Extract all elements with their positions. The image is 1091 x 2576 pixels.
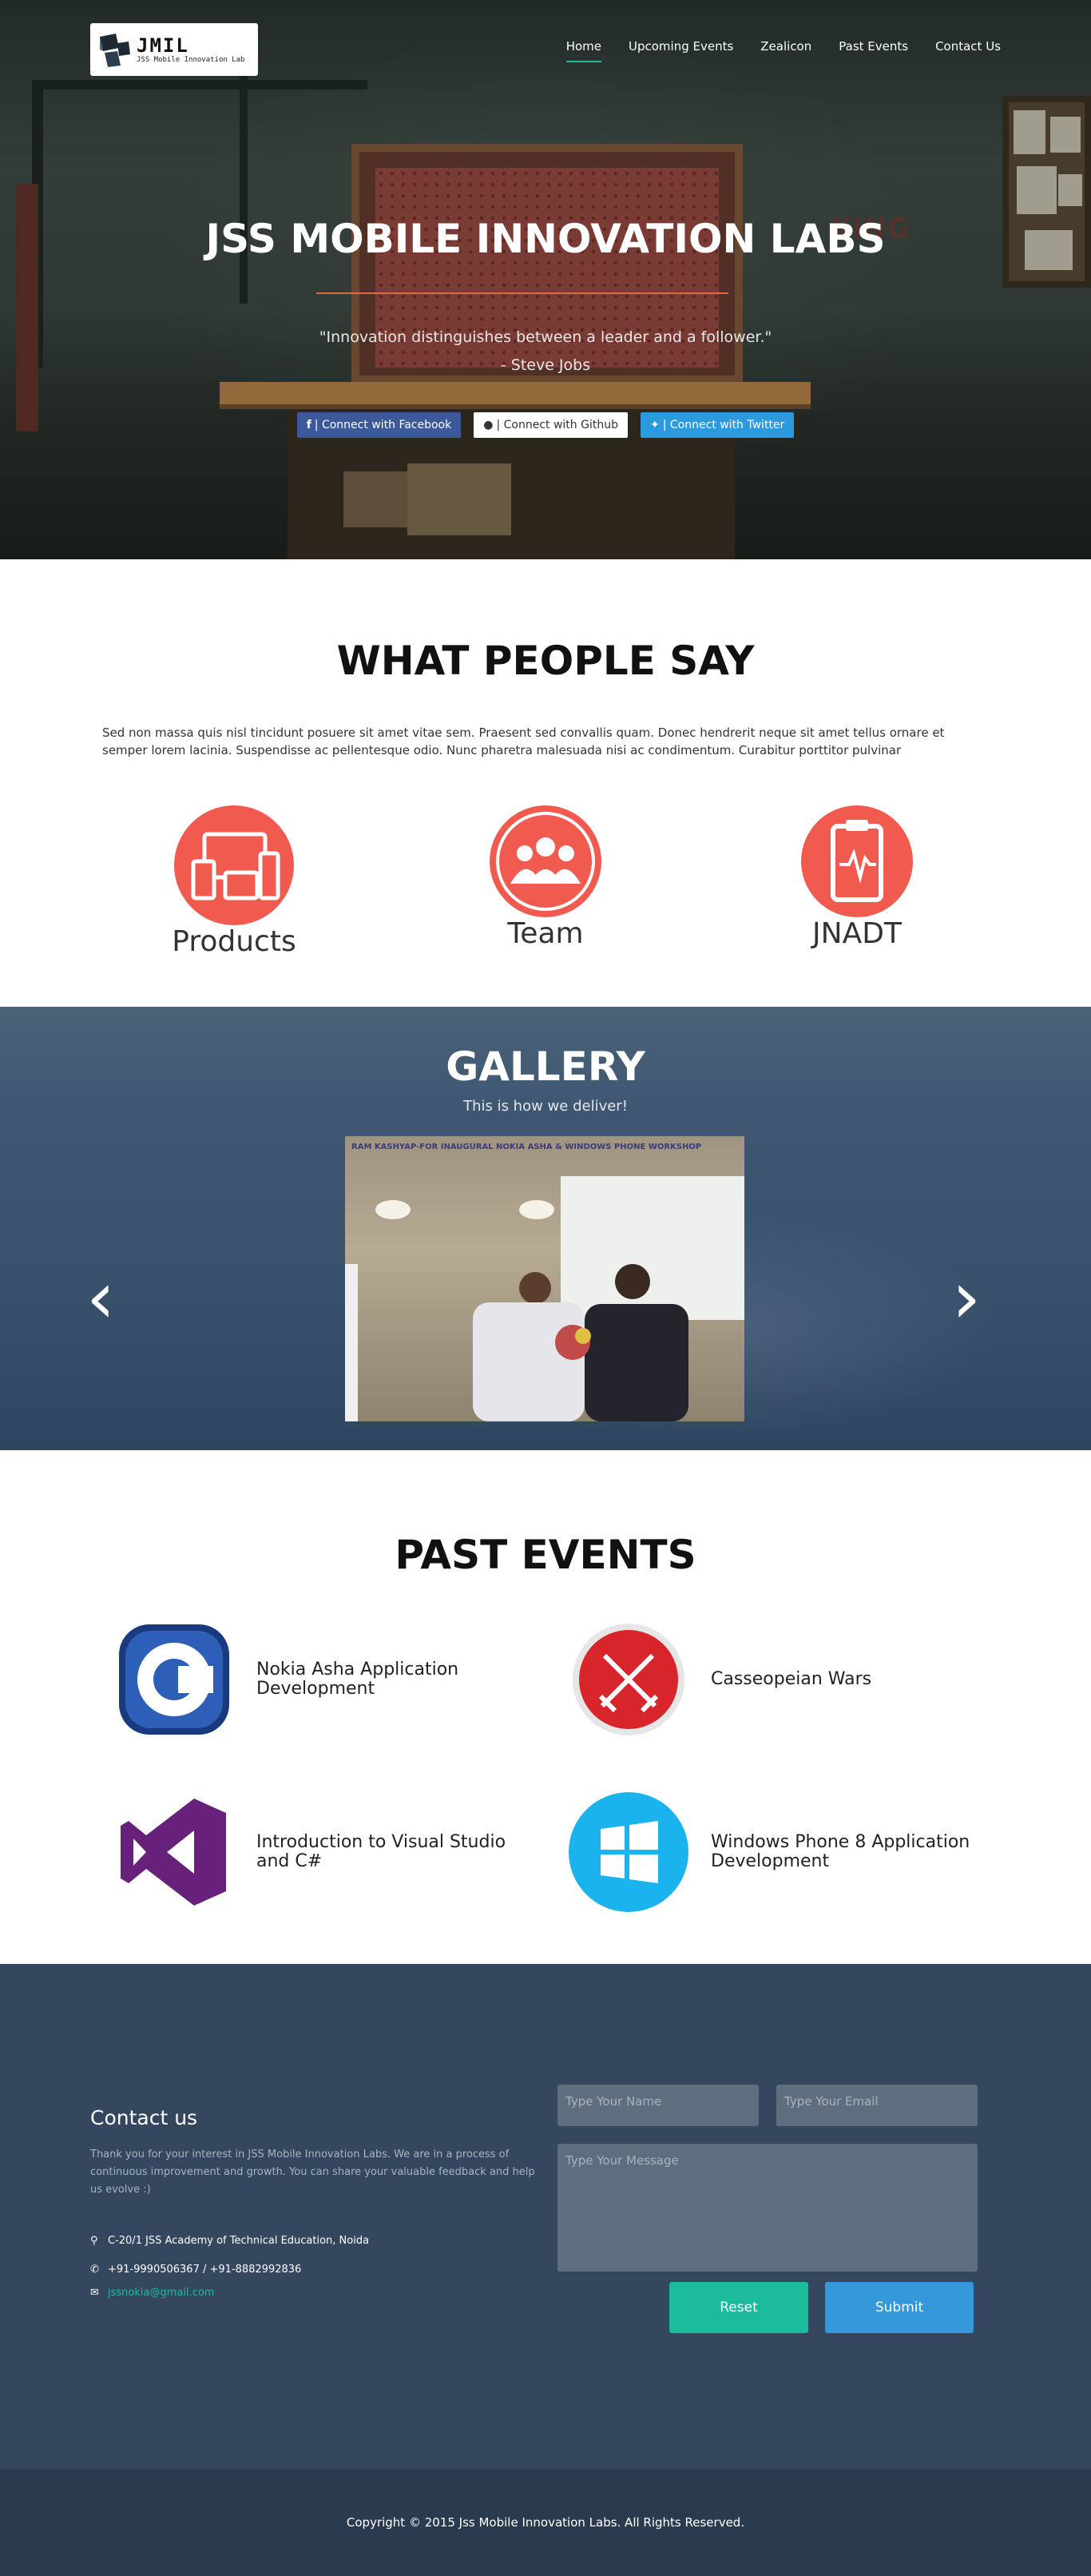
email-link[interactable]: jssnokia@gmail.com [108, 2287, 214, 2299]
connect-twitter-button[interactable]: ✦ | Connect with Twitter [640, 412, 795, 438]
phone-icon: ✆ [90, 2264, 99, 2276]
testimonial-text: Sed non massa quis nisl tincidunt posuer… [102, 725, 945, 757]
gallery-section: GALLERY This is how we deliver! RAM KASH… [0, 1007, 1091, 1450]
contact-email: ✉ jssnokia@gmail.com [90, 2287, 214, 2299]
hero-overlay [0, 0, 1091, 559]
address-text: C-20/1 JSS Academy of Technical Educatio… [108, 2235, 370, 2247]
submit-button[interactable]: Submit [825, 2282, 974, 2333]
contact-section: Contact us Thank you for your interest i… [0, 1964, 1091, 2469]
nav-upcoming-events[interactable]: Upcoming Events [629, 39, 733, 62]
connect-github-button[interactable]: ● | Connect with Github [474, 412, 628, 438]
photo-people [345, 1200, 688, 1421]
feature-team[interactable]: Team [446, 805, 645, 950]
crossed-swords-icon [569, 1620, 688, 1739]
contact-title: Contact us [90, 2106, 198, 2129]
what-people-say-section: WHAT PEOPLE SAY Sed non massa quis nisl … [0, 559, 1091, 1007]
section-title: PAST EVENTS [395, 1532, 696, 1578]
event-item[interactable]: Introduction to Visual Studio and C# [114, 1792, 530, 1912]
nav-zealicon[interactable]: Zealicon [760, 39, 811, 62]
envelope-icon: ✉ [90, 2287, 99, 2299]
feature-label: Team [507, 917, 584, 950]
quote-author: - Steve Jobs [500, 356, 591, 374]
main-nav: Home Upcoming Events Zealicon Past Event… [539, 39, 1001, 62]
hero-divider [316, 292, 728, 294]
event-item[interactable]: Casseopeian Wars [569, 1620, 984, 1739]
github-icon: ● [483, 419, 494, 431]
feature-jnadt[interactable]: JNADT [757, 805, 957, 950]
facebook-button-label: | Connect with Facebook [314, 419, 452, 431]
gallery-subtitle: This is how we deliver! [463, 1098, 628, 1115]
phone-text: +91-9990506367 / +91-8882992836 [108, 2264, 302, 2276]
email-input[interactable]: Type Your Email [776, 2085, 978, 2126]
hero-section: KING JMIL JSS Mobile Innovation Lab Home… [0, 0, 1091, 559]
navbar: JMIL JSS Mobile Innovation Lab Home Upco… [90, 23, 1001, 76]
nav-home[interactable]: Home [565, 39, 601, 62]
event-name: Casseopeian Wars [711, 1669, 872, 1689]
twitter-button-label: | Connect with Twitter [662, 419, 785, 431]
event-item[interactable]: Windows Phone 8 Application Development [569, 1792, 984, 1912]
gallery-prev-arrow[interactable]: ‹ [86, 1262, 115, 1334]
connect-facebook-button[interactable]: f | Connect with Facebook [296, 412, 462, 438]
facebook-icon: f [306, 419, 311, 431]
nokia-asha-icon [114, 1620, 234, 1739]
team-icon [490, 805, 601, 917]
event-item[interactable]: Nokia Asha Application Development [114, 1620, 530, 1739]
quote-text: "Innovation distinguishes between a lead… [319, 328, 772, 346]
logo-title: JMIL [137, 34, 189, 57]
contact-description: Thank you for your interest in JSS Mobil… [90, 2149, 535, 2196]
name-input[interactable]: Type Your Name [557, 2085, 759, 2126]
logo-subtitle: JSS Mobile Innovation Lab [137, 56, 245, 64]
hero-quote: "Innovation distinguishes between a lead… [0, 324, 1091, 380]
message-textarea[interactable]: Type Your Message [557, 2144, 978, 2272]
visual-studio-icon [114, 1792, 234, 1912]
devices-icon [174, 805, 294, 925]
twitter-icon: ✦ [649, 419, 660, 431]
site-logo[interactable]: JMIL JSS Mobile Innovation Lab [90, 23, 258, 76]
feature-label: JNADT [812, 917, 902, 950]
social-buttons: f | Connect with Facebook ● | Connect wi… [0, 412, 1091, 438]
past-events-section: PAST EVENTS Nokia Asha Application Devel… [0, 1450, 1091, 1964]
clipboard-pulse-icon [801, 805, 913, 917]
copyright-text: Copyright © 2015 Jss Mobile Innovation L… [346, 2515, 745, 2530]
github-button-label: | Connect with Github [496, 419, 618, 431]
feature-label: Products [172, 925, 296, 958]
gallery-photo: RAM KASHYAP-FOR INAUGURAL NOKIA ASHA & W… [345, 1136, 744, 1421]
reset-button[interactable]: Reset [669, 2282, 808, 2333]
nav-past-events[interactable]: Past Events [839, 39, 908, 62]
map-pin-icon: ⚲ [90, 2235, 98, 2247]
event-name: Nokia Asha Application Development [256, 1660, 459, 1699]
contact-address: ⚲ C-20/1 JSS Academy of Technical Educat… [90, 2235, 369, 2247]
nav-contact-us[interactable]: Contact Us [935, 39, 1001, 62]
footer: Copyright © 2015 Jss Mobile Innovation L… [0, 2469, 1091, 2576]
feature-products[interactable]: Products [134, 805, 334, 958]
event-name: Windows Phone 8 Application Development [711, 1832, 970, 1871]
event-name: Introduction to Visual Studio and C# [256, 1832, 506, 1871]
contact-phone: ✆ +91-9990506367 / +91-8882992836 [90, 2264, 301, 2276]
section-title: WHAT PEOPLE SAY [336, 638, 755, 684]
gallery-next-arrow[interactable]: › [952, 1262, 981, 1334]
gallery-title: GALLERY [446, 1044, 645, 1090]
windows-logo-icon [569, 1792, 688, 1912]
logo-mark-icon [98, 32, 130, 67]
hero-title: JSS MOBILE INNOVATION LABS [205, 216, 886, 262]
